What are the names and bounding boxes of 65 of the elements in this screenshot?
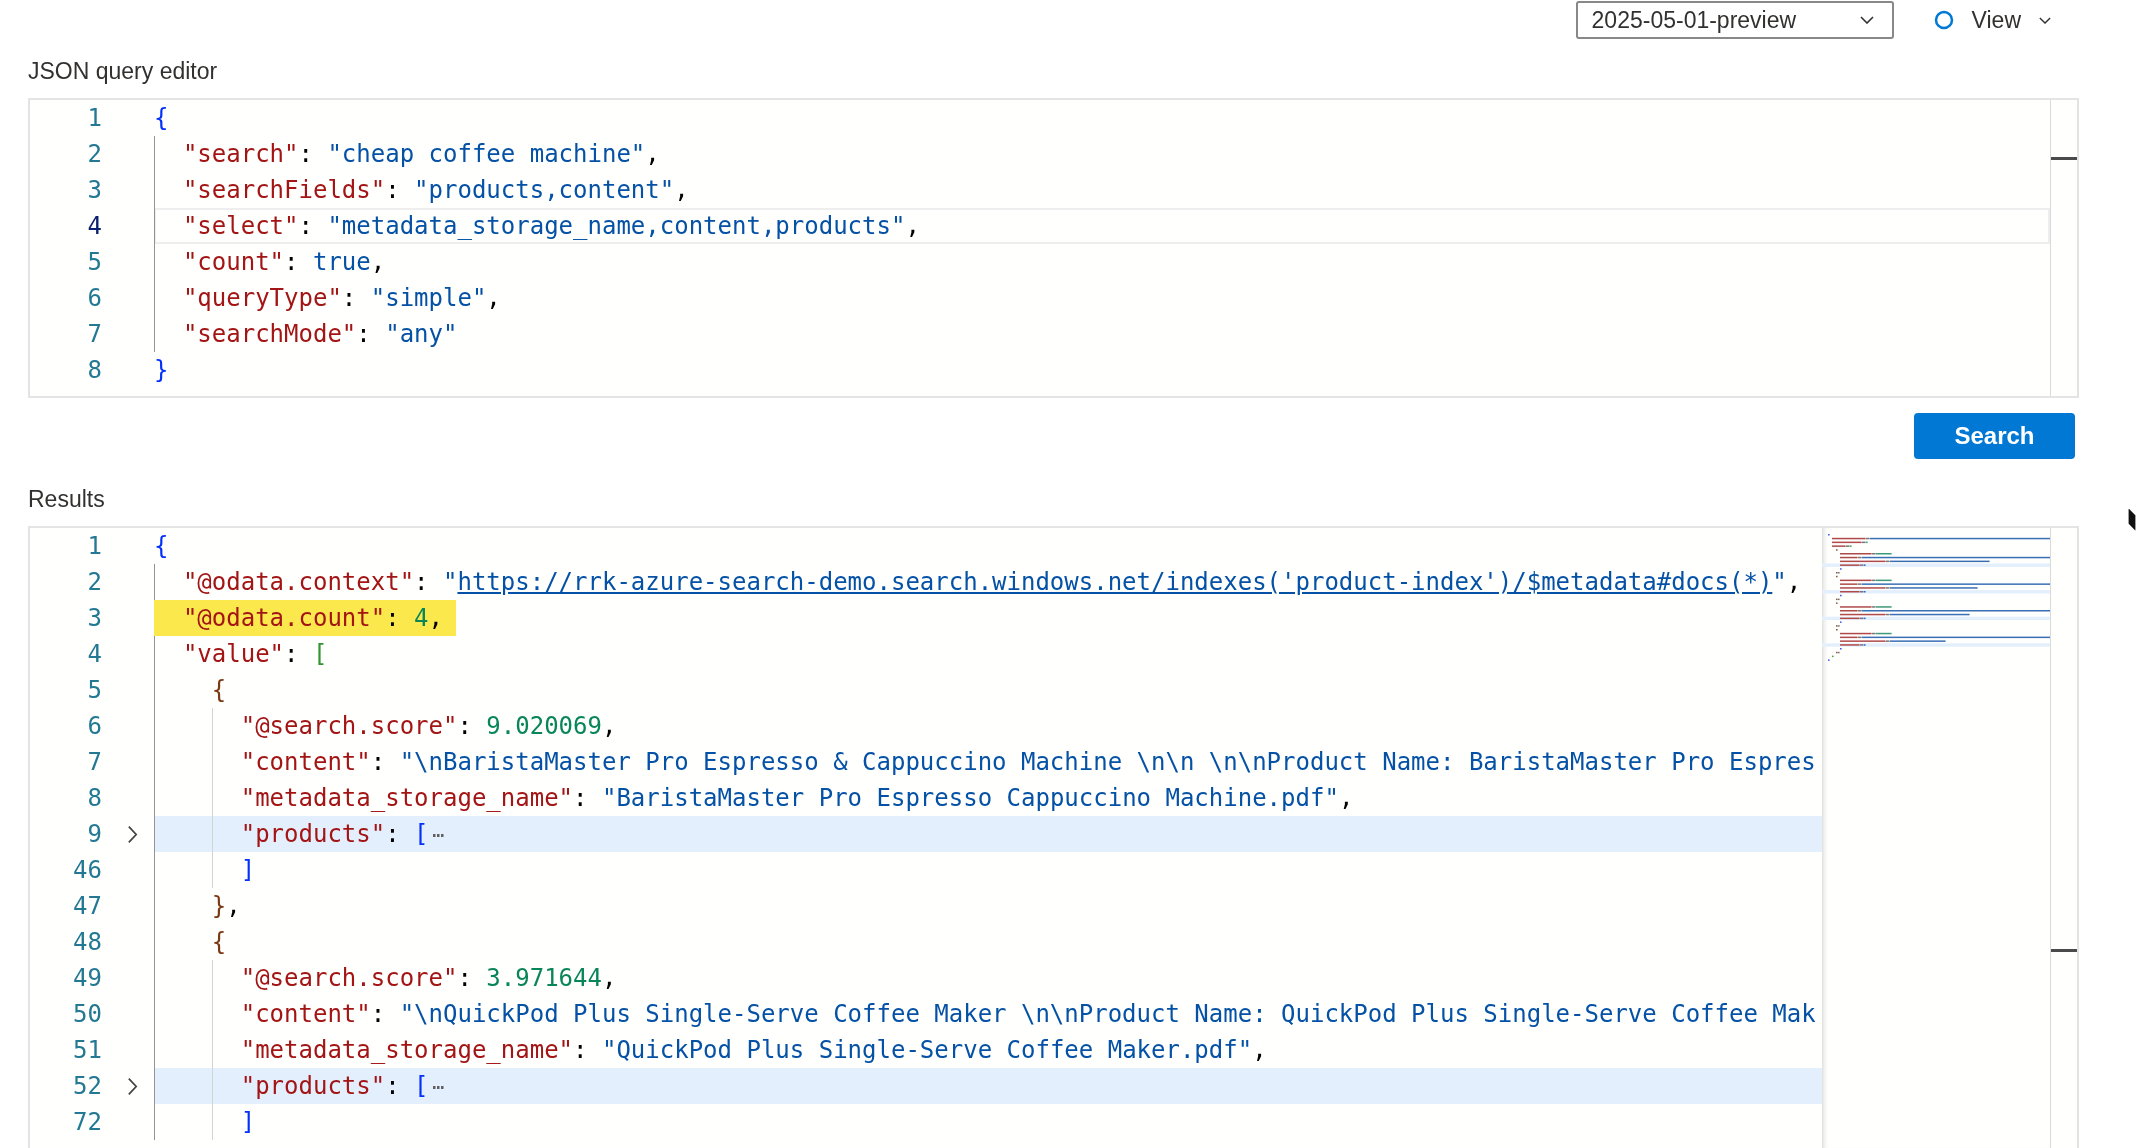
code-line: "@search.score": 9.020069, xyxy=(240,712,617,740)
line-number: 46 xyxy=(72,855,103,885)
line-number: 8 xyxy=(86,355,103,385)
code-line: ] xyxy=(240,1108,256,1136)
line-number: 4 xyxy=(86,211,103,241)
line-number: 8 xyxy=(86,783,103,813)
chevron-down-icon xyxy=(2039,16,2051,24)
line-number: 5 xyxy=(86,247,103,277)
code-line: "products": [⋯ xyxy=(240,820,445,848)
line-number: 49 xyxy=(72,963,103,993)
code-line: { xyxy=(211,928,227,956)
line-number: 72 xyxy=(72,1107,103,1137)
code-line: }, xyxy=(211,892,241,920)
line-number: 1 xyxy=(86,531,103,561)
line-number: 50 xyxy=(72,999,103,1029)
line-number: 5 xyxy=(86,675,103,705)
chevron-down-icon xyxy=(1859,16,1874,24)
code-line: "@search.score": 3.971644, xyxy=(240,964,617,992)
code-line: "content": "\nBaristaMaster Pro Espresso & Cappuccino Machine \n\n \n\nProduct Name: BaristaMaster Pro Espres xyxy=(240,748,1816,776)
line-number: 3 xyxy=(86,603,103,633)
query-editor[interactable]: 1 { 2 "search": "cheap coffee machine", 3 "searchFields": "products,content", 4 "select": "metadata_storage_name,content,products", 5 "count": true, 6 "queryType": "simple", 7 "searchMode": "any" 8 } xyxy=(28,98,2079,398)
results-label: Results xyxy=(28,485,105,514)
code-line: "content": "\nQuickPod Plus Single-Serve Coffee Maker \n\nProduct Name: QuickPod Plus Single-Serve Coffee Mak xyxy=(240,1000,1816,1028)
editor-label: JSON query editor xyxy=(28,57,218,86)
circle-icon xyxy=(1933,10,1954,30)
line-number: 3 xyxy=(86,175,103,205)
code-line: "select": "metadata_storage_name,content,products", xyxy=(182,212,920,240)
line-number: 9 xyxy=(86,819,103,849)
code-line: "products": [⋯ xyxy=(240,1072,445,1100)
code-line: "@odata.context": "https://rrk-azure-search-demo.search.windows.net/indexes('product-index')/$metadata#docs(*)", xyxy=(182,568,1802,596)
line-number: 7 xyxy=(86,747,103,777)
search-button[interactable]: Search xyxy=(1914,413,2075,459)
code-line: "count": true, xyxy=(182,248,386,276)
code-line: "searchMode": "any" xyxy=(182,320,458,348)
code-line: "@odata.count": 4, xyxy=(182,604,443,632)
code-line: } xyxy=(154,356,169,384)
code-line: "queryType": "simple", xyxy=(182,284,501,312)
line-number: 47 xyxy=(72,891,103,921)
view-button[interactable]: View xyxy=(1933,1,2051,39)
code-line: "searchFields": "products,content", xyxy=(182,176,689,204)
line-number: 2 xyxy=(86,139,103,169)
code-line: "metadata_storage_name": "QuickPod Plus Single-Serve Coffee Maker.pdf", xyxy=(240,1036,1267,1064)
line-number: 51 xyxy=(72,1035,103,1065)
line-number: 4 xyxy=(86,639,103,669)
line-number: 6 xyxy=(86,283,103,313)
line-number: 48 xyxy=(72,927,103,957)
code-line: ] xyxy=(240,856,256,884)
line-number: 2 xyxy=(86,567,103,597)
line-number: 7 xyxy=(86,319,103,349)
line-number: 52 xyxy=(72,1071,103,1101)
url-link[interactable]: https://rrk-azure-search-demo.search.windows.net/indexes('product-index')/$metadata#docs(*) xyxy=(457,568,1773,596)
line-number: 6 xyxy=(86,711,103,741)
chevron-icon[interactable] xyxy=(127,824,138,844)
cursor-mark-icon xyxy=(2051,949,2077,952)
code-line: { xyxy=(154,532,169,560)
code-line: { xyxy=(154,104,169,132)
mouse-pointer-icon xyxy=(2127,506,2136,533)
code-line: "metadata_storage_name": "BaristaMaster Pro Espresso Cappuccino Machine.pdf", xyxy=(240,784,1354,812)
code-line: "value": [ xyxy=(182,640,328,668)
api-version-dropdown[interactable]: 2025-05-01-preview xyxy=(1575,1,1894,39)
chevron-icon[interactable] xyxy=(127,1076,138,1096)
code-line: { xyxy=(211,676,227,704)
line-number: 1 xyxy=(86,103,103,133)
code-line: "search": "cheap coffee machine", xyxy=(182,140,660,168)
cursor-mark-icon xyxy=(2051,157,2077,160)
